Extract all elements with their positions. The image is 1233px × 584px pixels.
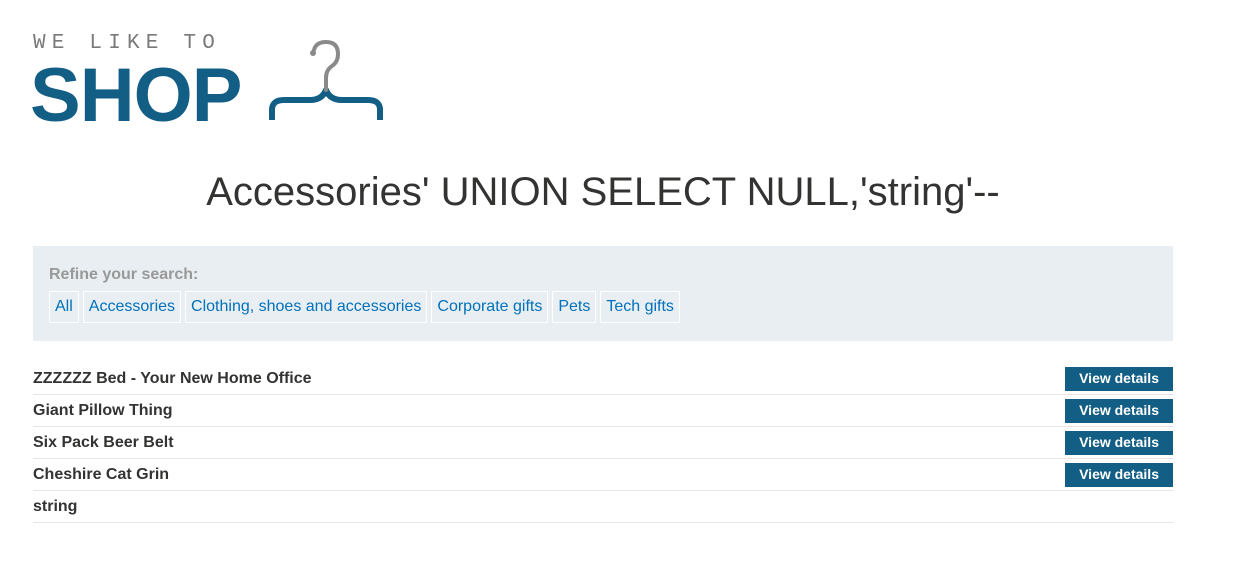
logo-wordmark: SHOP <box>30 53 242 138</box>
site-logo[interactable]: WE LIKE TO SHOP <box>30 30 393 138</box>
filter-link-clothing[interactable]: Clothing, shoes and accessories <box>185 291 428 323</box>
product-name: ZZZZZZ Bed - Your New Home Office <box>33 369 312 387</box>
product-name: Giant Pillow Thing <box>33 401 173 419</box>
filter-link-corporate-gifts[interactable]: Corporate gifts <box>431 291 549 323</box>
product-name: string <box>33 497 78 515</box>
product-name: Six Pack Beer Belt <box>33 433 174 451</box>
filter-link-all[interactable]: All <box>49 291 79 323</box>
view-details-button[interactable]: View details <box>1065 366 1173 391</box>
filter-panel: Refine your search: All Accessories Clot… <box>33 246 1173 341</box>
results-table: ZZZZZZ Bed - Your New Home Office View d… <box>33 363 1173 523</box>
filter-link-tech-gifts[interactable]: Tech gifts <box>600 291 680 323</box>
table-row: Giant Pillow Thing View details <box>33 395 1173 427</box>
hanger-icon <box>269 39 383 120</box>
view-details-button[interactable]: View details <box>1065 430 1173 455</box>
filter-link-pets[interactable]: Pets <box>552 291 597 323</box>
table-row: Cheshire Cat Grin View details <box>33 459 1173 491</box>
filter-label: Refine your search: <box>49 266 199 283</box>
table-row: string <box>33 491 1173 523</box>
category-filter-list: All Accessories Clothing, shoes and acce… <box>49 291 1157 323</box>
table-row: ZZZZZZ Bed - Your New Home Office View d… <box>33 363 1173 395</box>
view-details-button[interactable]: View details <box>1065 462 1173 487</box>
filter-link-accessories[interactable]: Accessories <box>82 291 182 323</box>
product-name: Cheshire Cat Grin <box>33 465 170 483</box>
table-row: Six Pack Beer Belt View details <box>33 427 1173 459</box>
page-title: Accessories' UNION SELECT NULL,'string'-… <box>206 170 1000 214</box>
view-details-button[interactable]: View details <box>1065 398 1173 423</box>
